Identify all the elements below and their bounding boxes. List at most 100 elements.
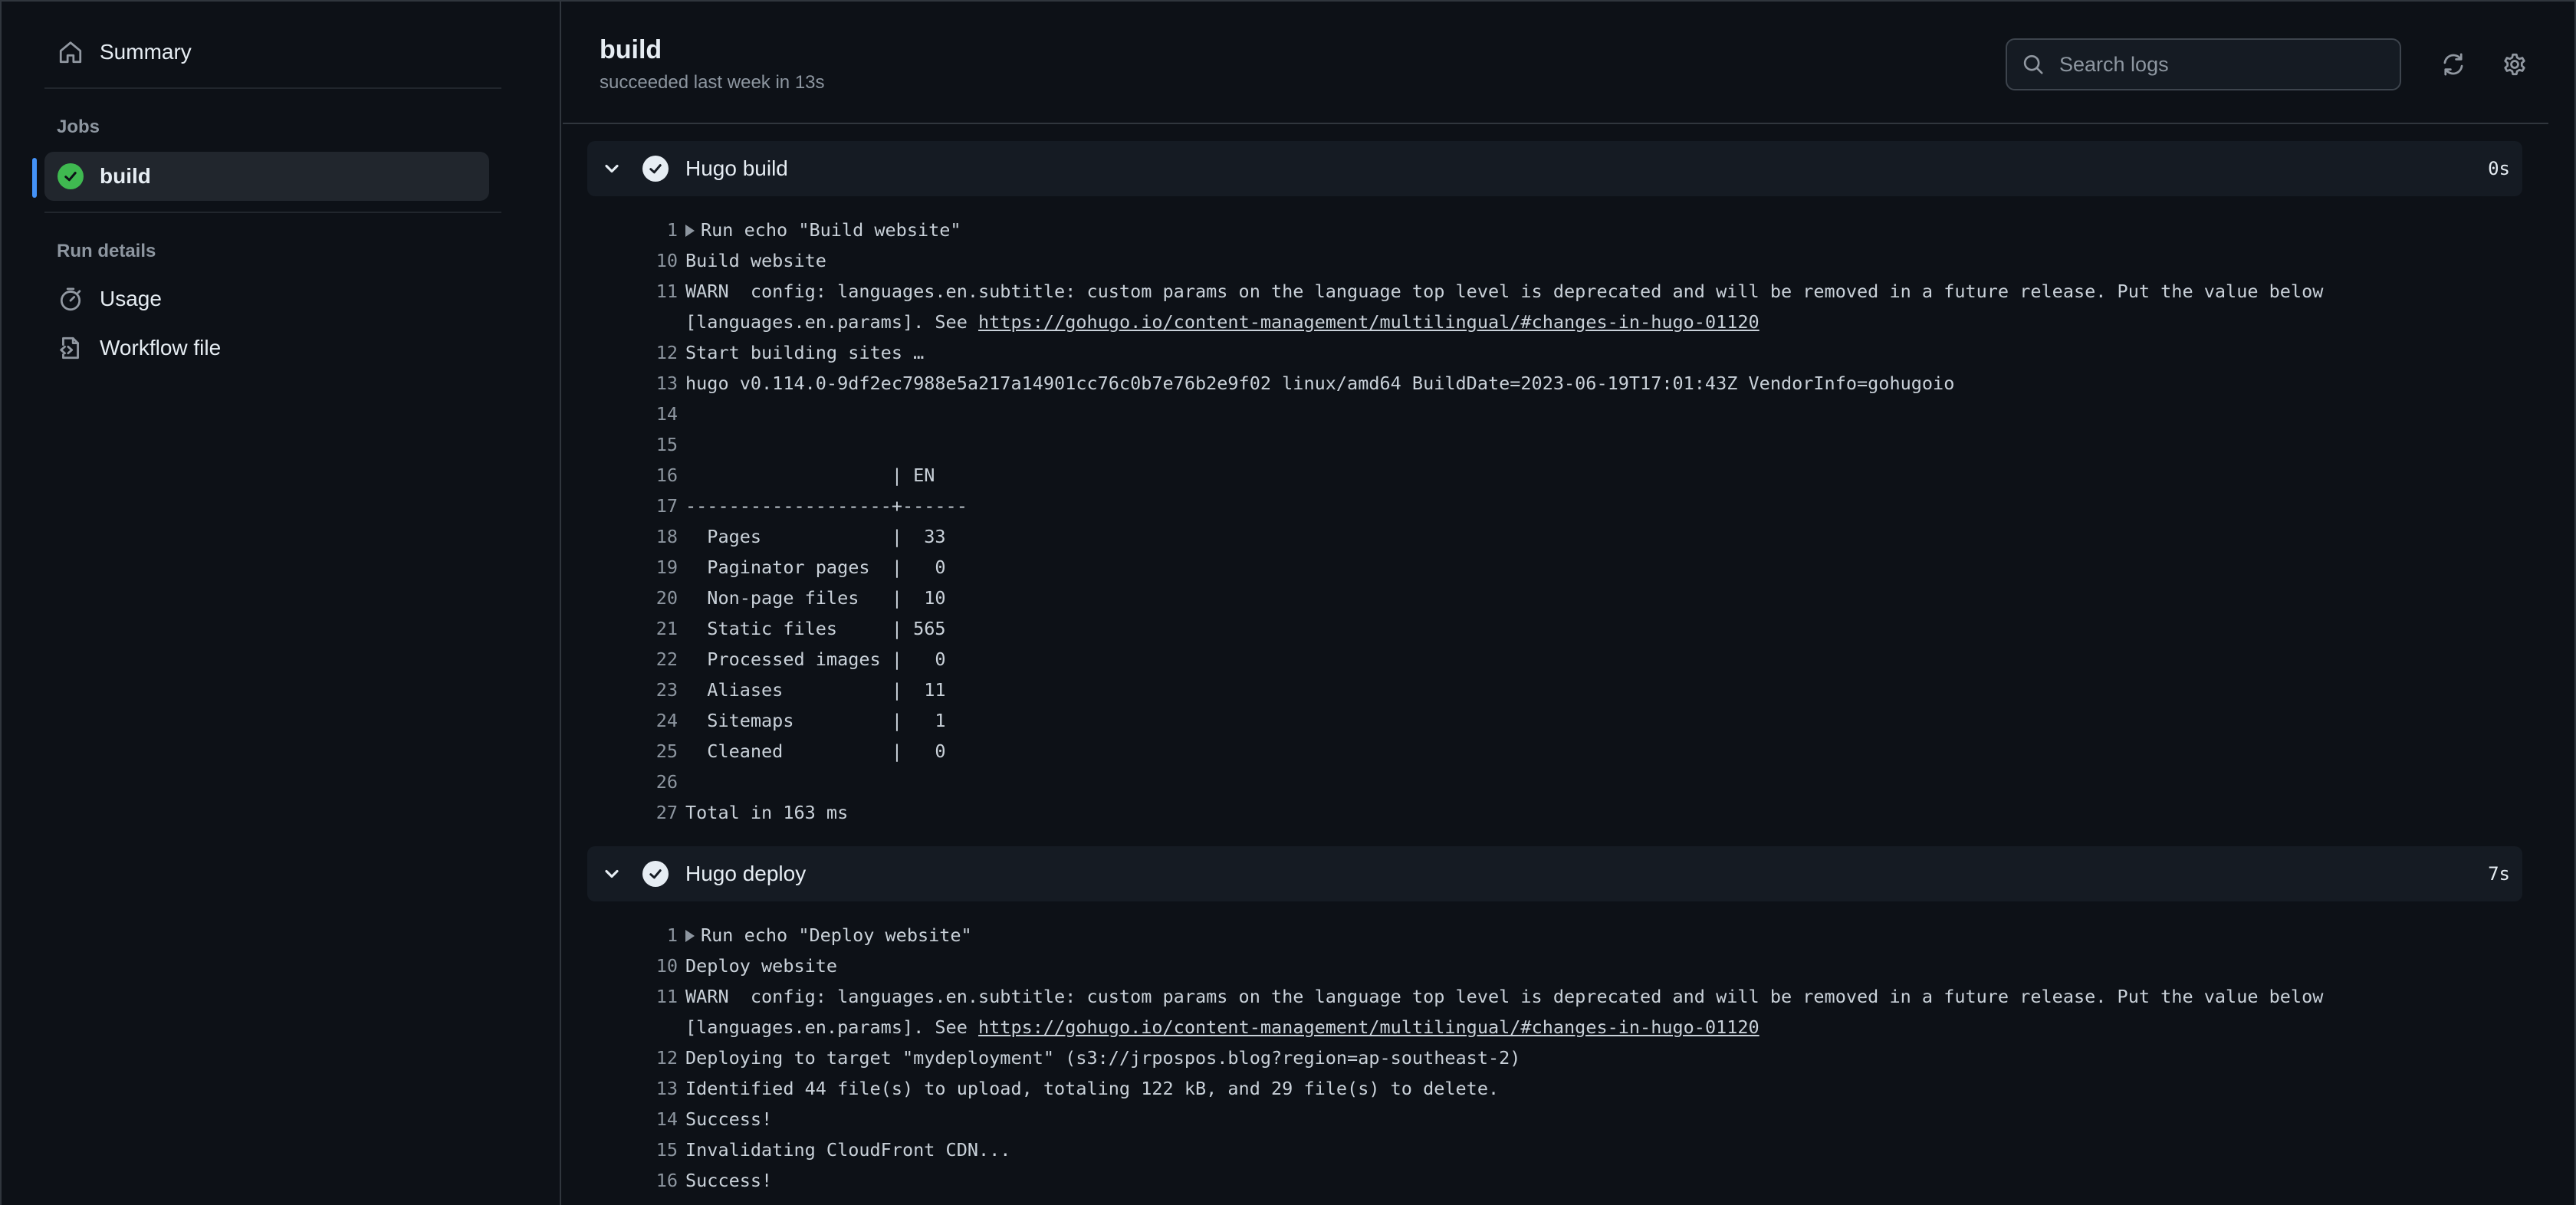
log-text: | EN (685, 465, 935, 486)
step-duration: 0s (2488, 158, 2510, 179)
line-number[interactable]: 14 (616, 399, 678, 429)
log-text: Aliases | 11 (685, 679, 946, 701)
sidebar: Summary Jobs build Run details Usage Wor… (2, 2, 561, 1205)
line-number[interactable]: 14 (616, 1104, 678, 1134)
log-text-continued: [languages.en.params]. See https://gohug… (685, 307, 1760, 337)
triangle-right-icon[interactable] (685, 225, 695, 237)
log-text: Sitemaps | 1 (685, 710, 946, 731)
line-number[interactable]: 16 (616, 460, 678, 491)
log-text: Identified 44 file(s) to upload, totalin… (685, 1078, 1500, 1099)
line-number[interactable]: 20 (616, 583, 678, 613)
line-number[interactable]: 21 (616, 613, 678, 644)
log-line: 13 Identified 44 file(s) to upload, total… (563, 1073, 2548, 1104)
line-number[interactable]: 18 (616, 521, 678, 552)
log-text: Deploying to target "mydeployment" (s3:/… (685, 1047, 1521, 1069)
search-logs-input[interactable] (2058, 51, 2395, 77)
expandable-command-line[interactable]: Run echo "Build website" (685, 215, 961, 245)
workflow-file-icon (55, 333, 86, 363)
check-circle-icon (55, 161, 86, 192)
log-text: WARN config: languages.en.subtitle: cust… (685, 986, 2324, 1007)
log-text: WARN config: languages.en.subtitle: cust… (685, 281, 2324, 302)
line-number[interactable]: 25 (616, 736, 678, 767)
line-number[interactable]: 11 (616, 276, 678, 307)
step-duration: 7s (2488, 863, 2510, 885)
line-number[interactable]: 11 (616, 981, 678, 1012)
log-line: 25 Cleaned | 0 (563, 736, 2548, 767)
log-line: 1 Run echo "Build website" (563, 215, 2548, 245)
expandable-command-line[interactable]: Run echo "Deploy website" (685, 920, 972, 951)
line-number[interactable]: 10 (616, 951, 678, 981)
triangle-right-icon[interactable] (685, 930, 695, 942)
step-header-hugo-build[interactable]: Hugo build 0s (587, 141, 2522, 196)
log-line: 20 Non-page files | 10 (563, 583, 2548, 613)
log-line: 22 Processed images | 0 (563, 644, 2548, 675)
log-line: 12 Deploying to target "mydeployment" (s3… (563, 1042, 2548, 1073)
line-number[interactable]: 17 (616, 491, 678, 521)
log-text: [languages.en.params]. See (685, 1016, 979, 1038)
sidebar-divider (44, 212, 501, 213)
log-text-continued: [languages.en.params]. See https://gohug… (685, 1012, 1760, 1042)
line-number[interactable]: 1 (616, 215, 678, 245)
line-number[interactable]: 16 (616, 1165, 678, 1196)
log-line: 10 Build website (563, 245, 2548, 276)
step-name: Hugo build (685, 156, 788, 180)
chevron-down-icon[interactable] (598, 860, 626, 888)
sidebar-item-summary[interactable]: Summary (44, 28, 489, 77)
log-line: 11 WARN config: languages.en.subtitle: cu… (563, 276, 2548, 337)
line-number[interactable]: 24 (616, 705, 678, 736)
log-text: Deploy website (685, 955, 838, 977)
log-text: Run echo "Deploy website" (701, 924, 972, 946)
step-header-hugo-deploy[interactable]: Hugo deploy 7s (587, 846, 2522, 901)
log-text: Invalidating CloudFront CDN... (685, 1139, 1011, 1161)
job-header: build succeeded last week in 13s (563, 2, 2548, 124)
log-text: Static files | 565 (685, 618, 946, 639)
line-number[interactable]: 13 (616, 1073, 678, 1104)
home-icon (55, 37, 86, 67)
jobs-section-label: Jobs (57, 117, 100, 137)
refresh-icon (2443, 53, 2463, 76)
line-number[interactable]: 22 (616, 644, 678, 675)
log-text: Non-page files | 10 (685, 587, 946, 609)
sidebar-item-label: Summary (100, 40, 192, 64)
log-line: 10 Deploy website (563, 951, 2548, 981)
line-number[interactable]: 12 (616, 337, 678, 368)
sidebar-item-job-build[interactable]: build (44, 152, 489, 201)
log-text: Paginator pages | 0 (685, 557, 946, 578)
log-link[interactable]: https://gohugo.io/content-management/mul… (978, 1016, 1760, 1038)
line-number[interactable]: 27 (616, 797, 678, 828)
line-number[interactable]: 1 (616, 920, 678, 951)
line-number[interactable]: 15 (616, 429, 678, 460)
log-line: 26 (563, 767, 2548, 797)
job-status-text: succeeded last week in 13s (600, 72, 825, 93)
chevron-down-icon[interactable] (598, 155, 626, 182)
log-text: Build website (685, 250, 826, 271)
sidebar-item-label: build (100, 164, 151, 188)
log-line: 14 Success! (563, 1104, 2548, 1134)
line-number[interactable]: 12 (616, 1042, 678, 1073)
log-line: 23 Aliases | 11 (563, 675, 2548, 705)
line-number[interactable]: 19 (616, 552, 678, 583)
log-link[interactable]: https://gohugo.io/content-management/mul… (978, 311, 1760, 333)
line-number[interactable]: 10 (616, 245, 678, 276)
line-number[interactable]: 26 (616, 767, 678, 797)
stopwatch-icon (55, 284, 86, 314)
log-text: Success! (685, 1108, 773, 1130)
line-number[interactable]: 23 (616, 675, 678, 705)
refresh-button[interactable] (2435, 46, 2472, 83)
sidebar-divider (44, 87, 501, 89)
page-title: build (600, 35, 662, 64)
line-number[interactable]: 13 (616, 368, 678, 399)
log-text: [languages.en.params]. See (685, 311, 979, 333)
sidebar-item-usage[interactable]: Usage (44, 274, 489, 323)
step-log-hugo-deploy: 1 Run echo "Deploy website" 10 Deploy websi… (563, 920, 2548, 1196)
log-line: 16 | EN (563, 460, 2548, 491)
line-number[interactable]: 15 (616, 1134, 678, 1165)
sidebar-item-workflow-file[interactable]: Workflow file (44, 323, 489, 373)
log-line: 13 hugo v0.114.0-9df2ec7988e5a217a14901cc… (563, 368, 2548, 399)
search-logs-box[interactable] (2006, 38, 2401, 90)
log-text: Success! (685, 1170, 773, 1191)
settings-button[interactable] (2496, 46, 2533, 83)
log-line: 11 WARN config: languages.en.subtitle: cu… (563, 981, 2548, 1042)
sidebar-item-label: Usage (100, 287, 162, 310)
log-line: 12 Start building sites … (563, 337, 2548, 368)
